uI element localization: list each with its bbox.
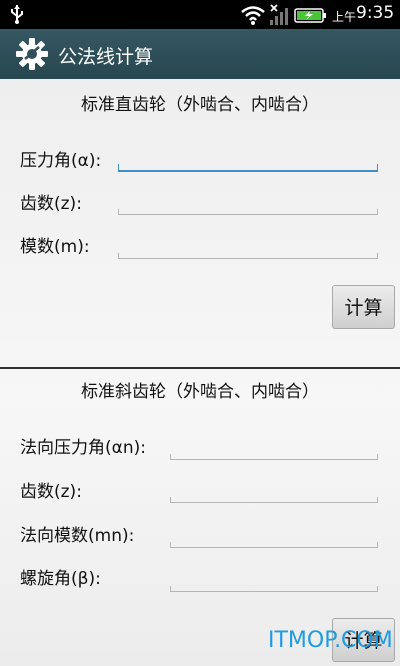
section-divider bbox=[0, 367, 400, 369]
teeth-count-label: 齿数(z): bbox=[20, 194, 82, 214]
app-title: 公法线计算 bbox=[58, 46, 154, 68]
teeth-count-field[interactable] bbox=[118, 192, 378, 215]
helix-angle-input[interactable] bbox=[170, 569, 378, 591]
helical-teeth-count-input[interactable] bbox=[170, 480, 378, 502]
status-bar: 上午 9:35 bbox=[0, 0, 400, 29]
status-icons bbox=[240, 4, 330, 30]
pressure-angle-field[interactable] bbox=[118, 148, 378, 172]
helical-teeth-count-field[interactable] bbox=[170, 480, 378, 503]
normal-module-field[interactable] bbox=[170, 525, 378, 548]
action-bar: 公法线计算 bbox=[0, 29, 400, 79]
normal-pressure-angle-field[interactable] bbox=[170, 437, 378, 460]
battery-icon bbox=[294, 8, 326, 23]
usb-icon bbox=[10, 4, 24, 28]
helical-teeth-count-label: 齿数(z): bbox=[20, 482, 82, 502]
spur-calculate-button[interactable]: 计算 bbox=[332, 285, 395, 329]
helix-angle-field[interactable] bbox=[170, 569, 378, 592]
gear-icon[interactable] bbox=[15, 37, 49, 75]
pressure-angle-label: 压力角(α): bbox=[20, 151, 102, 171]
spur-gear-heading: 标准直齿轮（外啮合、内啮合） bbox=[81, 95, 319, 115]
status-ampm: 上午 bbox=[332, 10, 357, 24]
normal-module-label: 法向模数(mn): bbox=[20, 526, 135, 546]
watermark: ITMOP.COM bbox=[268, 628, 393, 653]
normal-pressure-angle-input[interactable] bbox=[170, 437, 378, 459]
module-label: 模数(m): bbox=[20, 237, 90, 257]
module-field[interactable] bbox=[118, 236, 378, 259]
normal-module-input[interactable] bbox=[170, 525, 378, 547]
wifi-icon bbox=[241, 6, 265, 25]
status-clock: 9:35 bbox=[356, 3, 395, 23]
teeth-count-input[interactable] bbox=[118, 192, 378, 214]
helical-gear-heading: 标准斜齿轮（外啮合、内啮合） bbox=[81, 382, 319, 402]
pressure-angle-input[interactable] bbox=[118, 148, 378, 170]
normal-pressure-angle-label: 法向压力角(αn): bbox=[20, 438, 146, 458]
module-input[interactable] bbox=[118, 236, 378, 258]
signal-icon bbox=[270, 4, 288, 25]
helix-angle-label: 螺旋角(β): bbox=[20, 569, 101, 589]
